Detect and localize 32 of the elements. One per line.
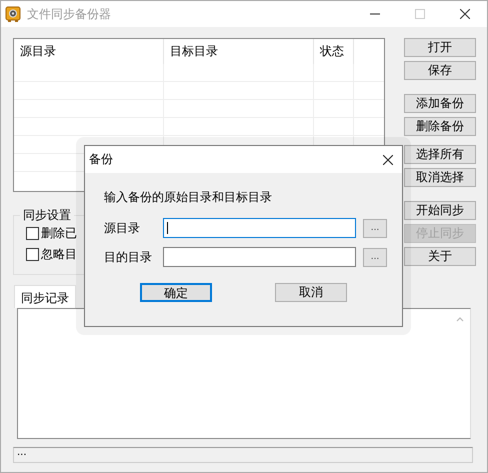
window-title: 文件同步备份器 (27, 6, 111, 22)
column-header[interactable]: 目标目录 (164, 39, 314, 64)
group-title: 同步设置 (22, 207, 72, 224)
field-label: 源目录 (104, 220, 141, 236)
button[interactable]: 保存 (404, 61, 476, 80)
input-field[interactable] (163, 247, 356, 267)
button[interactable]: 添加备份 (404, 94, 476, 113)
button[interactable]: 开始同步 (404, 201, 476, 220)
prompt-text: 输入备份的原始目录和目标目录 (104, 189, 273, 206)
button[interactable]: 删除备份 (404, 117, 476, 136)
checkbox-label: 忽略目 (41, 246, 77, 263)
checkbox-label: 删除已 (41, 225, 77, 242)
field-label: 目的目录 (104, 248, 153, 266)
button[interactable]: 取消选择 (404, 168, 476, 187)
button[interactable]: 取消 (275, 283, 347, 302)
checkbox[interactable] (26, 227, 39, 240)
browse-button[interactable]: ... (363, 218, 387, 238)
status-bar: ... (13, 447, 473, 463)
button[interactable]: 打开 (404, 38, 476, 57)
browse-button[interactable]: ... (363, 248, 387, 266)
button[interactable]: 关于 (404, 247, 476, 266)
checkbox[interactable] (26, 248, 39, 261)
close-icon[interactable] (383, 154, 393, 164)
close-icon[interactable] (460, 9, 470, 19)
dialog-title: 备份 (89, 151, 113, 168)
input-field[interactable] (163, 218, 356, 238)
column-header[interactable]: 状态 (314, 39, 354, 64)
safe-icon (5, 6, 21, 22)
button[interactable]: 选择所有 (404, 145, 476, 164)
tab[interactable]: 同步记录 (14, 285, 76, 308)
button[interactable]: 确定 (140, 283, 212, 302)
column-header[interactable]: 源目录 (14, 39, 164, 64)
